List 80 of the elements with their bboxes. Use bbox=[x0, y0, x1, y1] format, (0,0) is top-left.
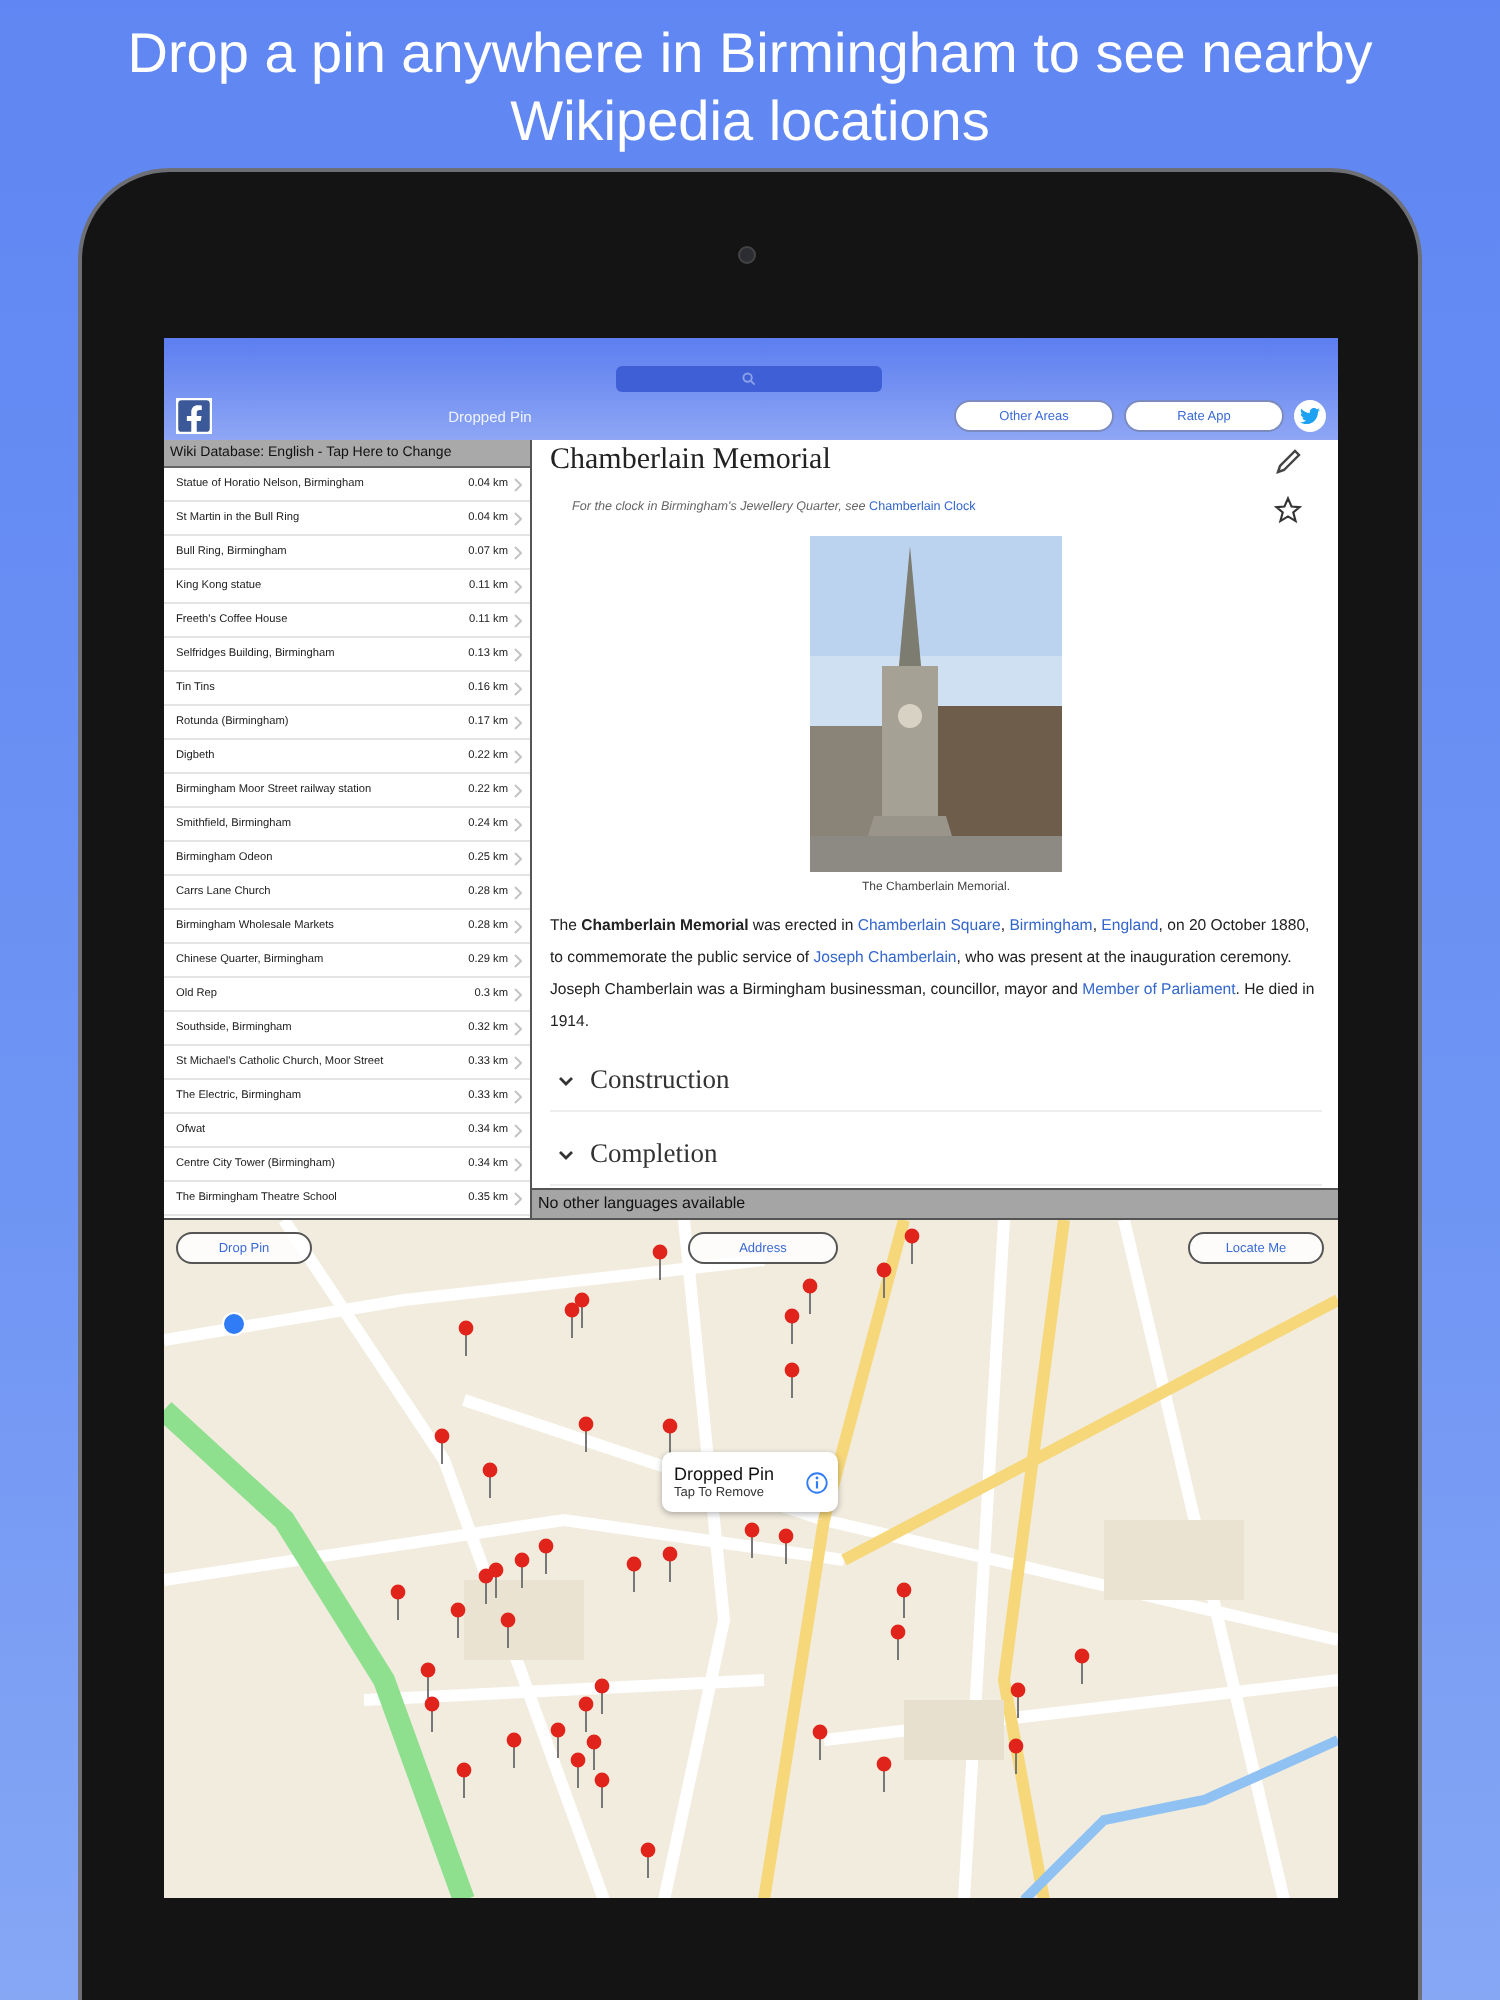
map-pin-icon[interactable] bbox=[586, 1734, 602, 1770]
map-pin-icon[interactable] bbox=[904, 1228, 920, 1264]
map-pin-icon[interactable] bbox=[538, 1538, 554, 1574]
map-pin-icon[interactable] bbox=[802, 1278, 818, 1314]
chevron-icon bbox=[514, 681, 522, 695]
info-icon[interactable] bbox=[806, 1471, 828, 1493]
section-header[interactable]: Construction bbox=[550, 1050, 1322, 1112]
chevron-icon bbox=[514, 579, 522, 593]
chevron-icon bbox=[514, 1021, 522, 1035]
chevron-icon bbox=[514, 1055, 522, 1069]
map-pin-icon[interactable] bbox=[564, 1302, 580, 1338]
map-pin-icon[interactable] bbox=[450, 1602, 466, 1638]
chevron-icon bbox=[514, 511, 522, 525]
facebook-icon[interactable] bbox=[176, 398, 212, 434]
chevron-down-icon bbox=[558, 1149, 574, 1159]
map-pin-icon[interactable] bbox=[506, 1732, 522, 1768]
map-pin-icon[interactable] bbox=[514, 1552, 530, 1588]
map-pin-icon[interactable] bbox=[500, 1612, 516, 1648]
chevron-down-icon bbox=[558, 1075, 574, 1085]
map-pin-icon[interactable] bbox=[876, 1756, 892, 1792]
chevron-icon bbox=[514, 783, 522, 797]
chevron-icon bbox=[514, 919, 522, 933]
map-pin-icon[interactable] bbox=[1010, 1682, 1026, 1718]
chevron-icon bbox=[514, 715, 522, 729]
map-pin-icon[interactable] bbox=[594, 1772, 610, 1808]
chevron-icon bbox=[514, 647, 522, 661]
section-header[interactable]: Completion bbox=[550, 1124, 1322, 1186]
map-pin-icon[interactable] bbox=[570, 1752, 586, 1788]
map-pin-icon[interactable] bbox=[662, 1546, 678, 1582]
map-pin-icon[interactable] bbox=[482, 1462, 498, 1498]
chevron-icon bbox=[514, 545, 522, 559]
map-pin-icon[interactable] bbox=[890, 1624, 906, 1660]
map-pin-icon[interactable] bbox=[478, 1568, 494, 1604]
star-icon[interactable] bbox=[1274, 496, 1302, 524]
map-pin-icon[interactable] bbox=[578, 1416, 594, 1452]
map-pin-icon[interactable] bbox=[640, 1842, 656, 1878]
callout-title: Dropped Pin bbox=[674, 1464, 777, 1484]
camera-icon bbox=[737, 246, 755, 264]
chevron-icon bbox=[514, 851, 522, 865]
map-pin-icon[interactable] bbox=[594, 1678, 610, 1714]
chevron-icon bbox=[514, 953, 522, 967]
chevron-icon bbox=[514, 477, 522, 491]
map-pin-icon[interactable] bbox=[424, 1696, 440, 1732]
map-pin-icon[interactable] bbox=[778, 1528, 794, 1564]
map-pin-icon[interactable] bbox=[550, 1722, 566, 1758]
chevron-icon bbox=[514, 817, 522, 831]
chevron-icon bbox=[514, 1089, 522, 1103]
twitter-button[interactable] bbox=[1294, 400, 1326, 432]
chevron-icon bbox=[514, 1157, 522, 1171]
map-pin-icon[interactable] bbox=[662, 1418, 678, 1454]
search-icon bbox=[742, 372, 756, 386]
article-title: Chamberlain Memorial bbox=[550, 444, 831, 478]
map-pin-icon[interactable] bbox=[390, 1584, 406, 1620]
map-pin-icon[interactable] bbox=[744, 1522, 760, 1558]
map-pin-icon[interactable] bbox=[420, 1662, 436, 1698]
map-pin-icon[interactable] bbox=[1074, 1648, 1090, 1684]
map-pin-icon[interactable] bbox=[896, 1582, 912, 1618]
map-pin-icon[interactable] bbox=[1008, 1738, 1024, 1774]
chevron-icon bbox=[514, 987, 522, 1001]
map-pin-icon[interactable] bbox=[578, 1696, 594, 1732]
chevron-icon bbox=[514, 749, 522, 763]
search-field[interactable] bbox=[616, 366, 882, 392]
map-pin-icon[interactable] bbox=[626, 1556, 642, 1592]
chevron-icon bbox=[514, 1123, 522, 1137]
chevron-icon bbox=[514, 1191, 522, 1205]
twitter-icon bbox=[1300, 406, 1320, 426]
map-pin-icon[interactable] bbox=[434, 1428, 450, 1464]
map-pin-icon[interactable] bbox=[458, 1320, 474, 1356]
pencil-icon[interactable] bbox=[1274, 447, 1302, 475]
chevron-icon bbox=[514, 885, 522, 899]
map-pin-icon[interactable] bbox=[652, 1244, 668, 1280]
map-pin-icon[interactable] bbox=[784, 1362, 800, 1398]
language-bar: No other languages available bbox=[532, 1188, 1338, 1218]
chevron-icon bbox=[514, 613, 522, 627]
headline: Drop a pin anywhere in Birmingham to see nearby Wikipedia locations bbox=[125, 20, 1375, 156]
map-pin-icon[interactable] bbox=[456, 1762, 472, 1798]
map-pin-icon[interactable] bbox=[784, 1308, 800, 1344]
map-pin-icon[interactable] bbox=[812, 1724, 828, 1760]
map-pin-icon[interactable] bbox=[876, 1262, 892, 1298]
map-pin-icon[interactable] bbox=[574, 1292, 590, 1328]
